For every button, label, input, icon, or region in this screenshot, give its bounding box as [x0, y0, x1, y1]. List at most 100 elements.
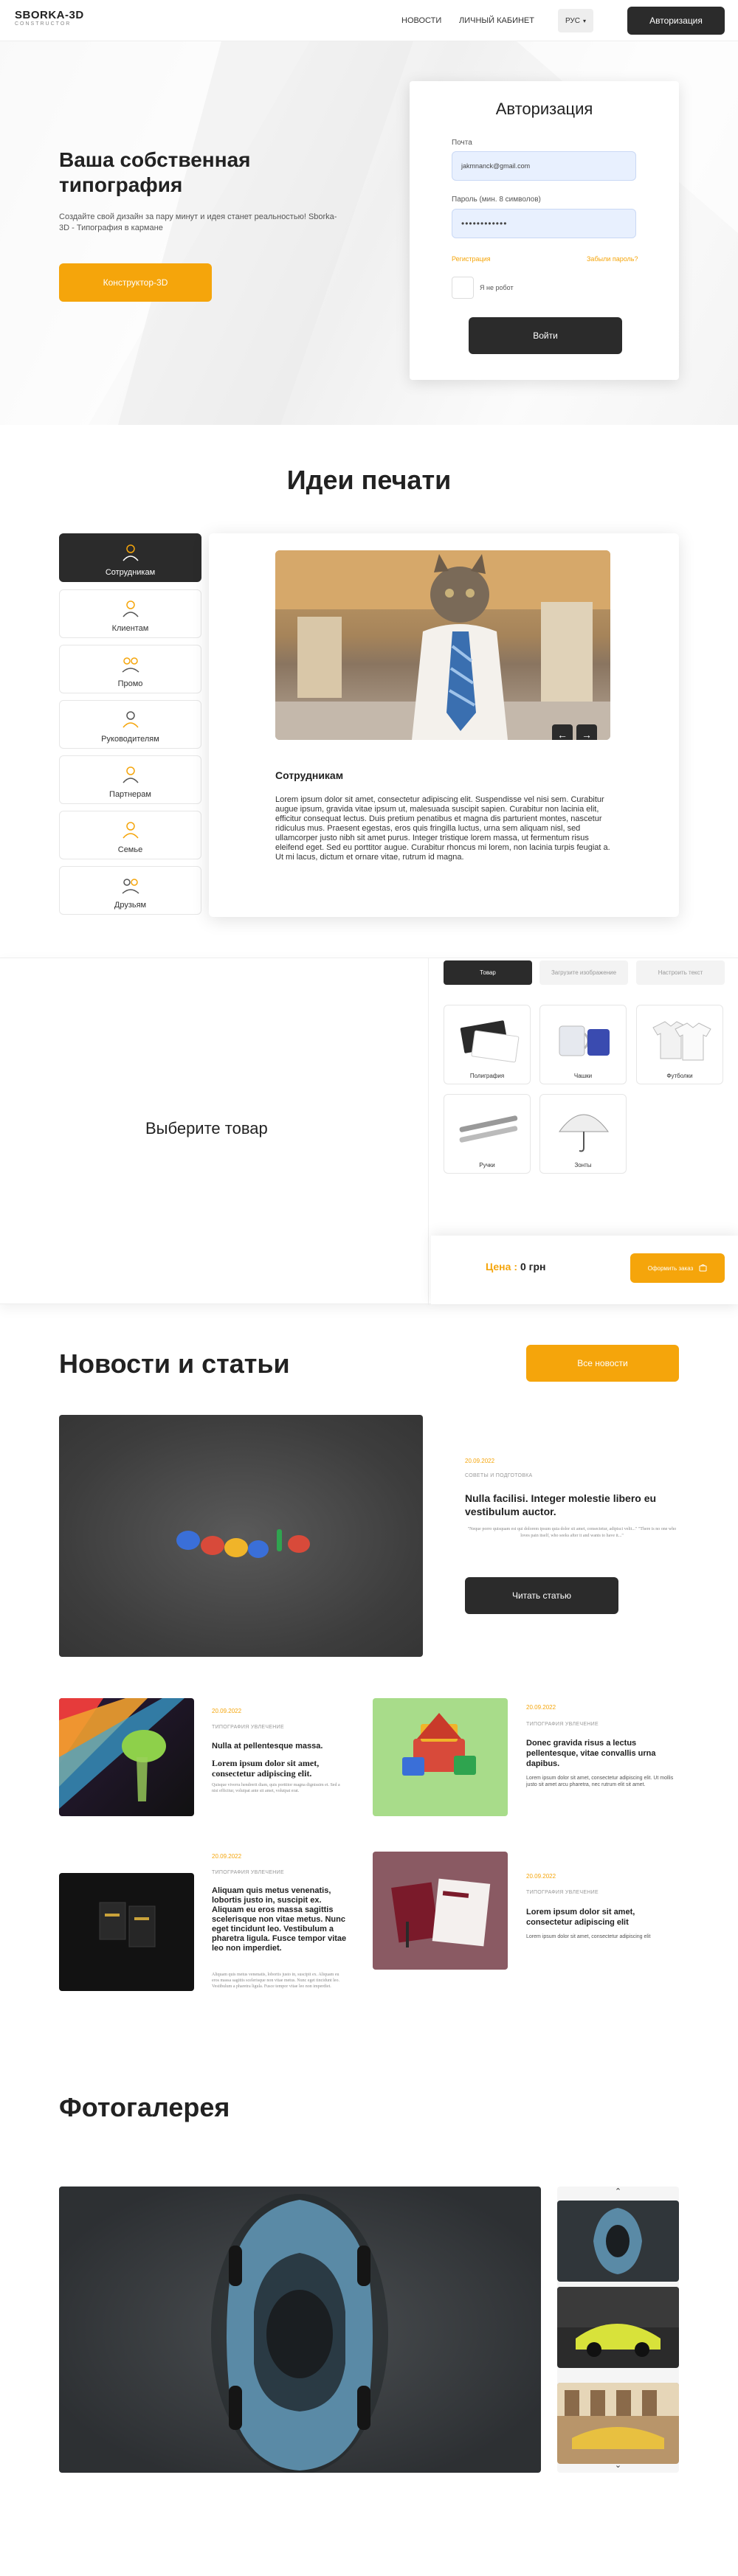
login-button[interactable]: Войти [469, 317, 622, 354]
logo-subtitle: CONSTRUCTOR [15, 21, 72, 27]
news-title: Новости и статьи [59, 1348, 290, 1379]
product-card-pens[interactable]: Ручки [444, 1094, 531, 1174]
featured-news-date: 20.09.2022 [465, 1458, 495, 1464]
logo[interactable]: SBORKA-3D [15, 9, 84, 21]
article-text-3: Aliquam quis metus venenatis, lobortis j… [212, 1973, 339, 1989]
auth-button[interactable]: Авторизация [627, 7, 725, 35]
tab-text-settings[interactable]: Настроить текст [636, 960, 725, 985]
promo-icon [121, 654, 140, 674]
product-card-umbrellas[interactable]: Зонты [539, 1094, 627, 1174]
idea-item-label: Промо [117, 679, 143, 688]
family-icon [121, 820, 140, 839]
read-article-button[interactable]: Читать статью [465, 1577, 618, 1614]
cart-icon [699, 1264, 707, 1273]
article-image-3[interactable] [59, 1873, 194, 1991]
article-tag-2: ТИПОГРАФИЯ УВЛЕЧЕНИЕ [526, 1722, 599, 1727]
nav-link-cabinet[interactable]: ЛИЧНЫЙ КАБИНЕТ [459, 16, 534, 25]
captcha-checkbox[interactable] [452, 277, 474, 299]
auth-title: Авторизация [495, 100, 593, 118]
language-value: РУС [565, 16, 580, 25]
idea-image: ← → [275, 550, 610, 740]
nav-link-news[interactable]: НОВОСТИ [401, 16, 441, 25]
product-label: Ручки [479, 1162, 495, 1168]
featured-news-tag: СОВЕТЫ И ПОДГОТОВКА [465, 1473, 533, 1478]
auth-form: Авторизация Почта jakmnanck@gmail.com Па… [410, 81, 679, 380]
idea-item-employees[interactable]: Сотрудникам [59, 533, 201, 582]
featured-news-image[interactable] [59, 1415, 423, 1657]
article-title-4[interactable]: Lorem ipsum dolor sit amet, consectetur … [526, 1907, 679, 1928]
idea-item-label: Руководителям [101, 735, 159, 744]
idea-item-clients[interactable]: Клиентам [59, 589, 201, 638]
tab-product[interactable]: Товар [444, 960, 532, 985]
gallery-main-image[interactable] [59, 2187, 541, 2473]
article-title-2[interactable]: Donec gravida risus a lectus pellentesqu… [526, 1738, 679, 1769]
idea-item-friends[interactable]: Друзьям [59, 866, 201, 915]
language-select[interactable]: РУС ▾ [558, 9, 593, 32]
product-card-tshirts[interactable]: Футболки [636, 1005, 723, 1084]
article-image-4[interactable] [373, 1852, 508, 1970]
email-field[interactable]: jakmnanck@gmail.com [452, 151, 636, 181]
tab-upload-image[interactable]: Загрузите изображение [539, 960, 628, 985]
idea-card-text: Lorem ipsum dolor sit amet, consectetur … [275, 795, 610, 862]
register-link[interactable]: Регистрация [452, 255, 491, 263]
product-heading: Выберите товар [145, 1119, 268, 1138]
gallery-thumb-1[interactable] [557, 2201, 679, 2282]
hero-title: Ваша собственная типография [59, 148, 251, 196]
article-title-3[interactable]: Aliquam quis metus venenatis, lobortis j… [212, 1886, 347, 1953]
featured-news-excerpt: "Neque porro quisquam est qui dolorem ip… [467, 1527, 677, 1538]
ideas-title: Идеи печати [286, 465, 452, 495]
constructor-button[interactable]: Конструктор-3D [59, 263, 212, 302]
idea-item-promo[interactable]: Промо [59, 645, 201, 693]
password-field[interactable]: •••••••••••• [452, 209, 636, 238]
tshirts-image [652, 1021, 711, 1061]
partners-icon [121, 765, 140, 784]
friends-icon [121, 876, 140, 895]
idea-item-managers[interactable]: Руководителям [59, 700, 201, 749]
article-title-1[interactable]: Nulla at pellentesque massa. [212, 1742, 347, 1751]
password-label: Пароль (мин. 8 символов) [452, 195, 541, 204]
clients-icon [121, 599, 140, 618]
idea-item-partners[interactable]: Партнерам [59, 755, 201, 804]
product-card-printing[interactable]: Полиграфия [444, 1005, 531, 1084]
article-image-1[interactable] [59, 1698, 194, 1816]
idea-item-family[interactable]: Семье [59, 811, 201, 859]
product-label: Полиграфия [469, 1073, 505, 1079]
product-label: Зонты [574, 1162, 592, 1168]
chevron-down-icon[interactable]: ⌄ [557, 2460, 679, 2472]
article-subtitle-1: Lorem ipsum dolor sit amet, consectetur … [212, 1758, 320, 1779]
article-image-2[interactable] [373, 1698, 508, 1816]
idea-item-label: Сотрудникам [105, 568, 156, 577]
chevron-up-icon[interactable]: ⌃ [557, 2187, 679, 2198]
price-bar: Цена : 0 грн Оформить заказ [431, 1236, 738, 1304]
product-left-panel: Выберите товар [0, 958, 429, 1305]
article-text-2: Lorem ipsum dolor sit amet, consectetur … [526, 1776, 674, 1787]
google-pins-graphic [176, 1529, 310, 1558]
gallery-thumb-3[interactable] [557, 2383, 679, 2464]
header: SBORKA-3D CONSTRUCTOR НОВОСТИ ЛИЧНЫЙ КАБ… [0, 0, 738, 41]
idea-item-label: Партнерам [109, 790, 151, 799]
featured-news-title[interactable]: Nulla facilisi. Integer molestie libero … [465, 1492, 679, 1518]
article-tag-4: ТИПОГРАФИЯ УВЛЕЧЕНИЕ [526, 1890, 599, 1895]
forgot-password-link[interactable]: Забыли пароль? [587, 255, 638, 263]
price-value: 0 грн [520, 1261, 546, 1273]
idea-card-title: Сотрудникам [275, 769, 344, 781]
hero-text: Создайте свой дизайн за пару минут и иде… [59, 212, 337, 232]
checkout-label: Оформить заказ [647, 1264, 694, 1272]
article-date-4: 20.09.2022 [526, 1873, 556, 1880]
all-news-button[interactable]: Все новости [526, 1345, 679, 1382]
next-arrow-button[interactable]: → [576, 724, 597, 740]
prev-arrow-button[interactable]: ← [552, 724, 573, 740]
gallery-thumb-2[interactable] [557, 2287, 679, 2368]
product-label: Чашки [573, 1073, 593, 1079]
checkout-button[interactable]: Оформить заказ [630, 1253, 725, 1283]
article-tag-3: ТИПОГРАФИЯ УВЛЕЧЕНИЕ [212, 1870, 284, 1875]
gallery-title: Фотогалерея [59, 2092, 230, 2122]
product-label: Футболки [666, 1073, 693, 1079]
article-date-3: 20.09.2022 [212, 1853, 242, 1860]
idea-item-label: Друзьям [114, 901, 147, 910]
product-card-mugs[interactable]: Чашки [539, 1005, 627, 1084]
employees-icon [121, 543, 140, 562]
business-cards-image [460, 1020, 520, 1063]
umbrella-image [559, 1114, 609, 1152]
article-date-1: 20.09.2022 [212, 1708, 242, 1714]
